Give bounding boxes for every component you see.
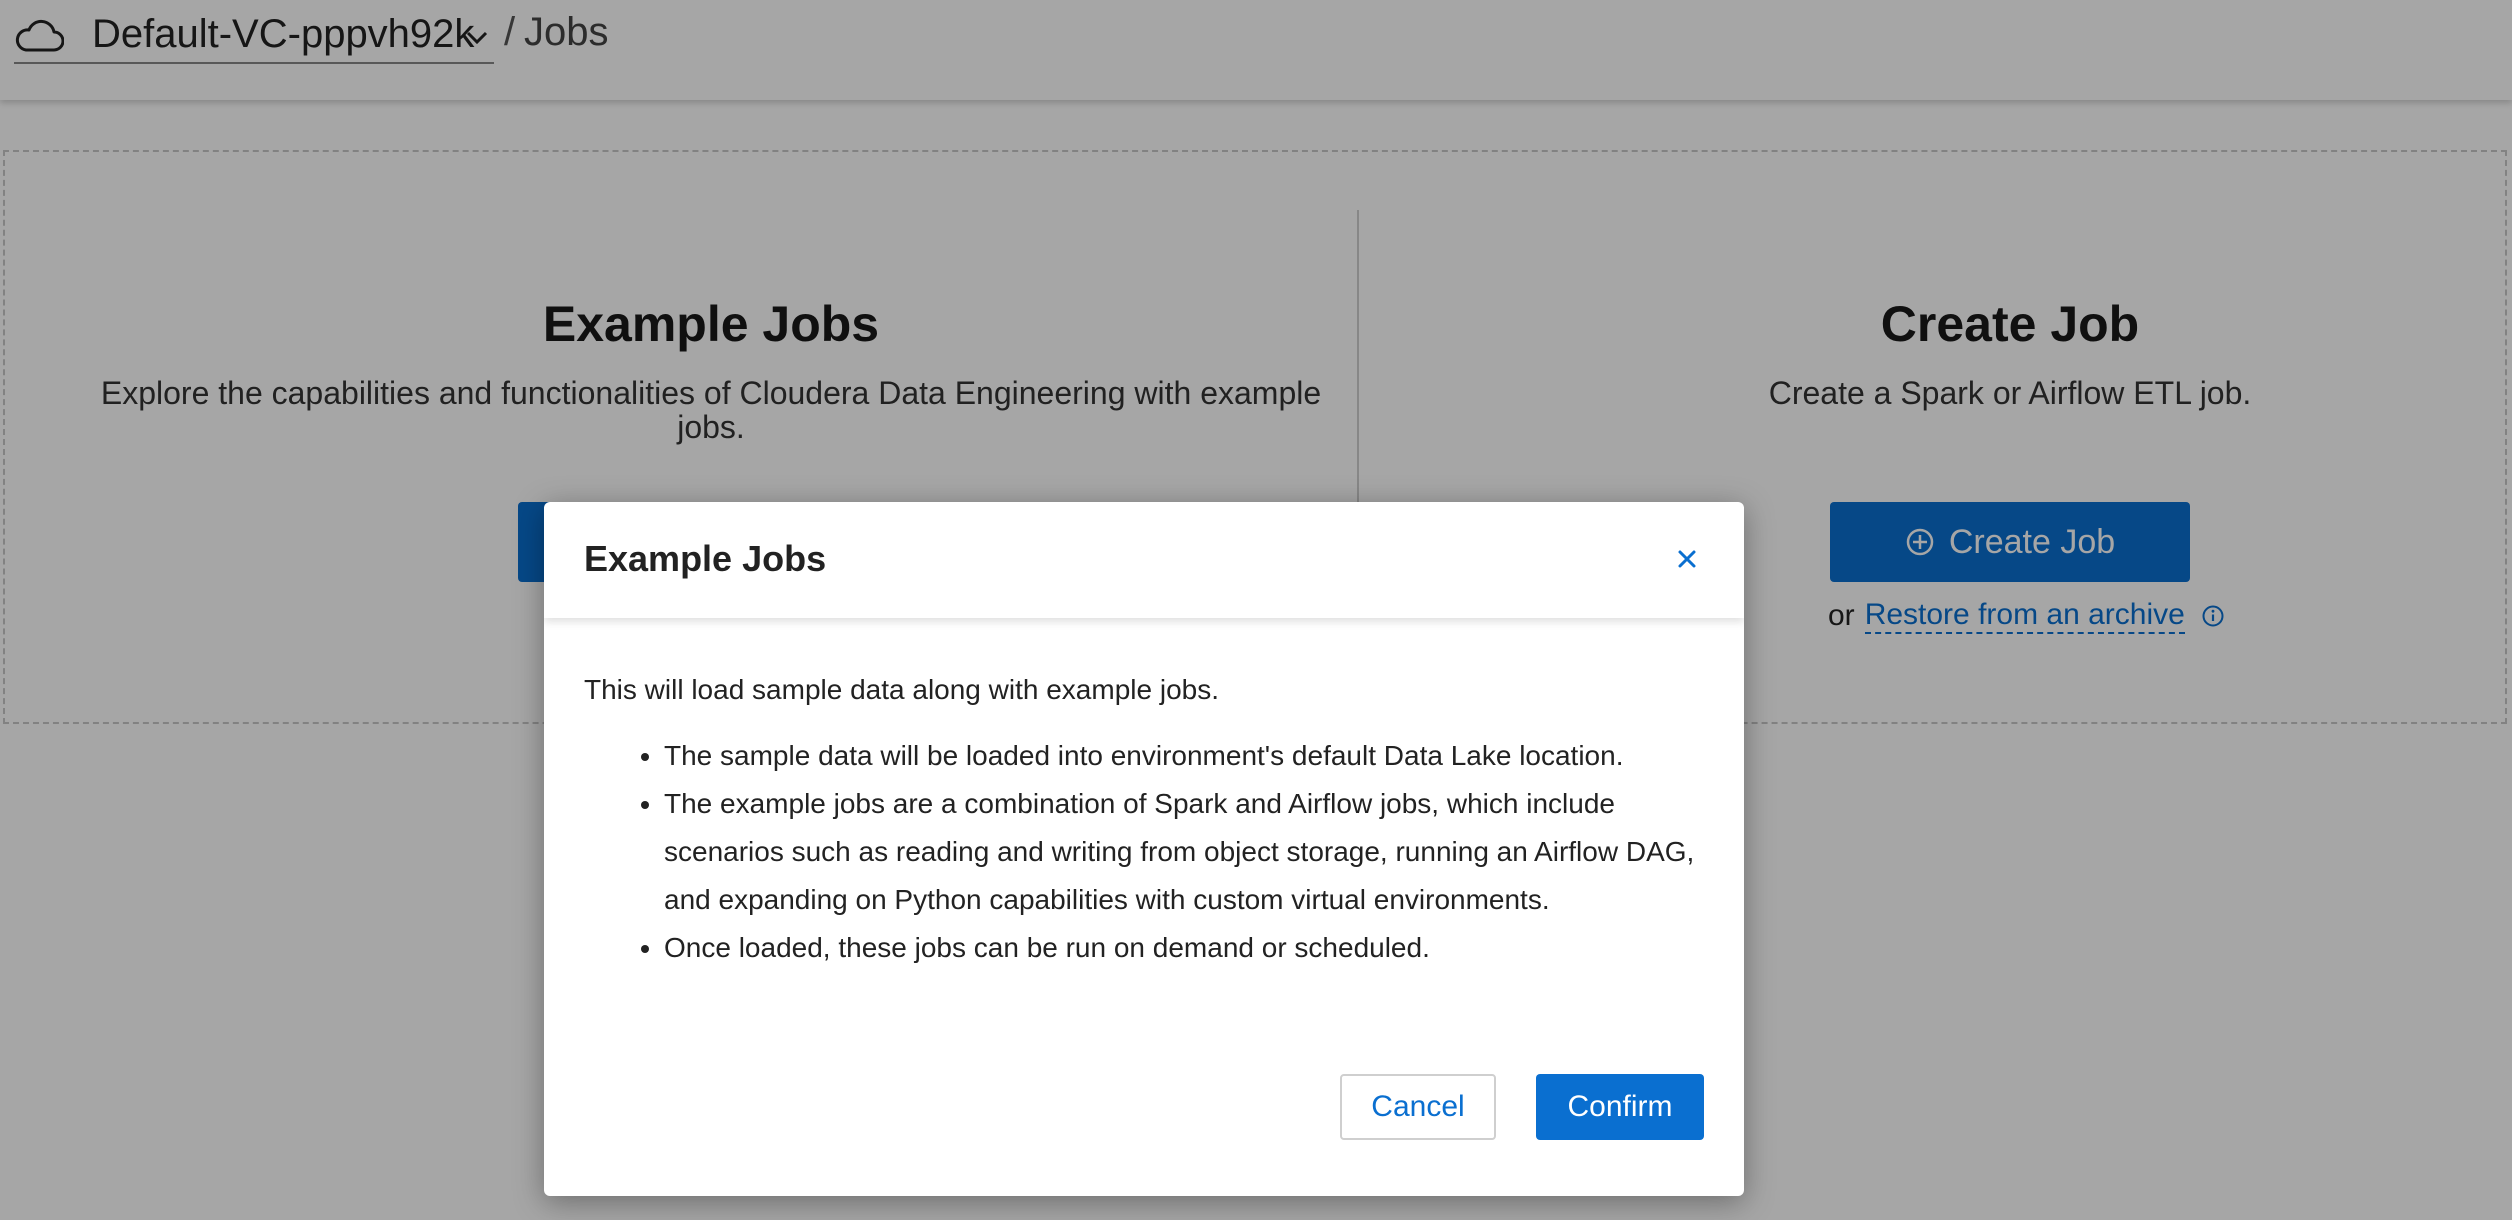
- modal-title: Example Jobs: [584, 538, 827, 579]
- cancel-button[interactable]: Cancel: [1340, 1074, 1496, 1140]
- confirm-button[interactable]: Confirm: [1536, 1074, 1704, 1140]
- close-icon[interactable]: [1672, 544, 1702, 574]
- modal-header: Example Jobs: [544, 502, 1744, 618]
- confirm-button-label: Confirm: [1567, 1090, 1673, 1123]
- modal-intro-text: This will load sample data along with ex…: [584, 674, 1219, 705]
- list-item: Once loaded, these jobs can be run on de…: [664, 924, 1704, 972]
- list-item: The sample data will be loaded into envi…: [664, 732, 1704, 780]
- list-item: The example jobs are a combination of Sp…: [664, 780, 1704, 924]
- cancel-button-label: Cancel: [1371, 1090, 1465, 1123]
- modal-body: This will load sample data along with ex…: [584, 672, 1704, 972]
- modal-bullet-list: The sample data will be loaded into envi…: [584, 732, 1704, 972]
- example-jobs-modal: Example Jobs This will load sample data …: [544, 502, 1744, 1196]
